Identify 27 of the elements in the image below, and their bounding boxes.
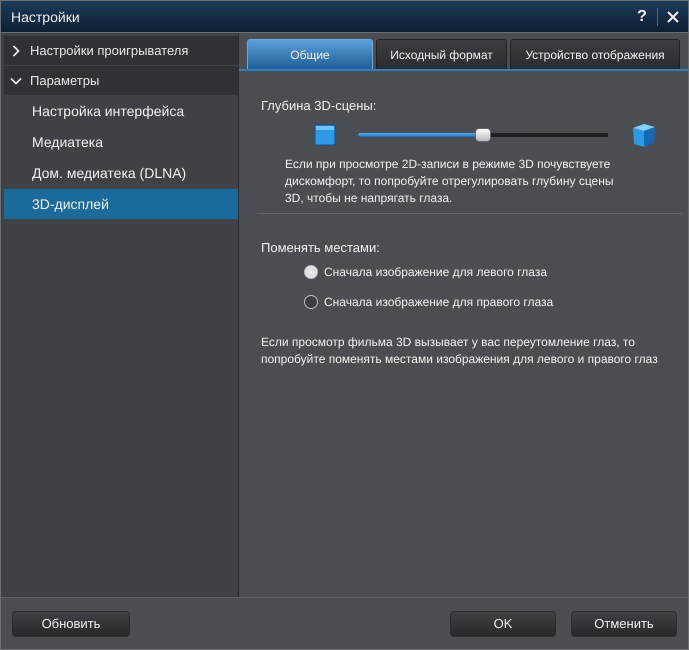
window-title: Настройки xyxy=(11,8,81,24)
radio-label[interactable]: Сначала изображение для правого глаза xyxy=(324,295,554,309)
chevron-right-icon xyxy=(10,44,22,56)
sidebar-item[interactable]: Медиатека xyxy=(4,127,238,157)
cancel-button[interactable]: Отменить xyxy=(571,610,677,636)
ok-button[interactable]: OK xyxy=(450,610,556,636)
radio-button[interactable] xyxy=(304,295,318,309)
sidebar-item[interactable]: Дом. медиатека (DLNA) xyxy=(4,158,238,188)
radio-button[interactable] xyxy=(304,265,318,279)
cube-icon xyxy=(630,121,658,149)
sidebar-group[interactable]: Параметры xyxy=(4,66,238,95)
sidebar-item[interactable]: 3D-дисплей xyxy=(4,189,238,219)
help-text: Если просмотр фильма 3D вызывает у вас переутомление глаз, то попробуйте поменять местами изображения для левого и правого глаз xyxy=(261,334,659,368)
section-label: Глубина 3D-сцены: xyxy=(261,98,378,113)
radio-label[interactable]: Сначала изображение для левого глаза xyxy=(324,265,548,279)
sidebar-item[interactable]: Настройка интерфейса xyxy=(4,96,238,126)
slider-thumb[interactable] xyxy=(475,128,491,142)
refresh-button[interactable]: Обновить xyxy=(12,610,130,636)
help-text: Если при просмотре 2D-записи в режиме 3D почувствуете дискомфорт, то попробуйте отрегулировать глубину сцены 3D, чтобы не напрягать глаза. xyxy=(285,156,614,207)
close-icon xyxy=(666,10,680,24)
help-button[interactable]: ? xyxy=(627,8,658,26)
tab[interactable]: Общие xyxy=(247,39,373,69)
tab[interactable]: Исходный формат xyxy=(376,39,507,69)
square-icon xyxy=(314,124,336,146)
sidebar-group[interactable]: Настройки проигрывателя xyxy=(4,36,238,65)
tab[interactable]: Устройство отображения xyxy=(510,39,680,69)
section-label: Поменять местами: xyxy=(261,240,381,255)
